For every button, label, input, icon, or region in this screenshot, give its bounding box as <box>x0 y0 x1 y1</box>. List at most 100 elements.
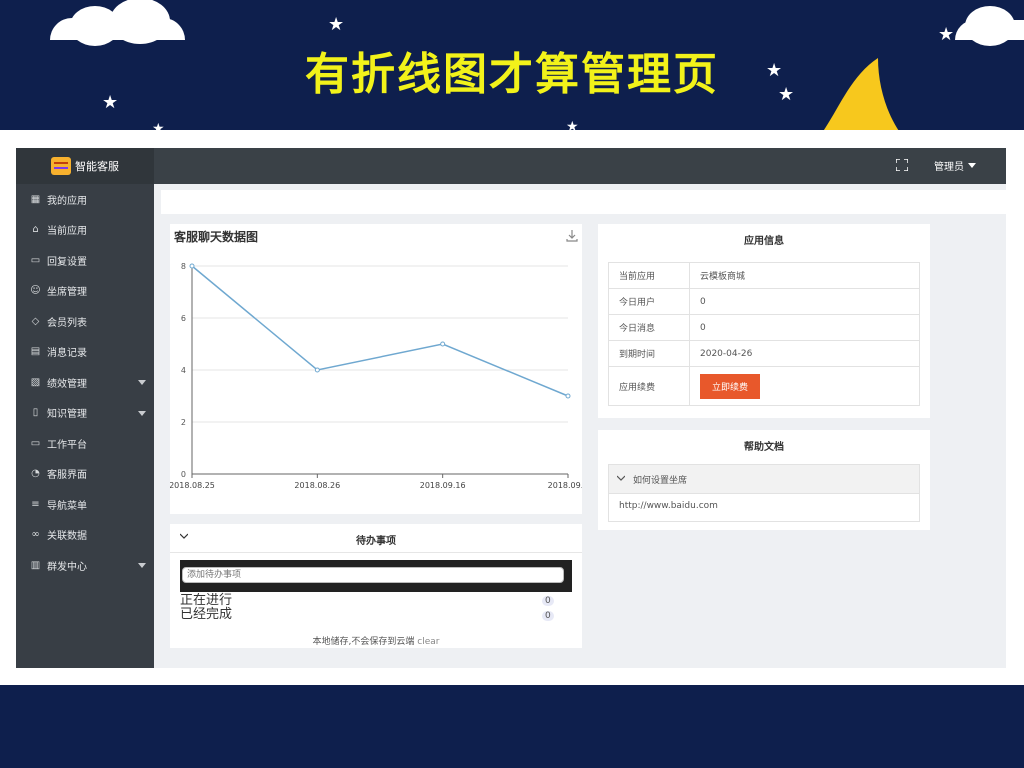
sidebar-item-knowledge[interactable]: ▯ 知识管理 <box>16 398 154 429</box>
service-icon: ◔ <box>31 468 40 480</box>
content-header-bar <box>161 190 1006 214</box>
brand-name: 智能客服 <box>75 160 119 173</box>
sidebar-item-linked-data[interactable]: ∞ 关联数据 <box>16 520 154 551</box>
info-value: 0 <box>689 288 920 315</box>
todo-header[interactable]: 待办事项 <box>170 524 582 553</box>
sidebar-item-message-records[interactable]: ▤ 消息记录 <box>16 337 154 368</box>
y-tick-label: 6 <box>181 314 186 323</box>
sidebar-item-current-app[interactable]: ⌂ 当前应用 <box>16 215 154 246</box>
todo-in-progress-label: 正在进行 <box>180 593 233 608</box>
help-answer-link[interactable]: http://www.baidu.com <box>619 501 718 511</box>
info-key: 今日用户 <box>608 288 690 315</box>
diamond-icon: ◇ <box>31 315 40 327</box>
home-icon: ⌂ <box>32 224 39 236</box>
todo-clear-link[interactable]: clear <box>417 637 439 647</box>
todo-panel: 待办事项 正在进行 0 已经完成 0 本地储存,不会保存到云端 clear <box>170 524 582 648</box>
renew-button[interactable]: 立即续费 <box>700 373 761 399</box>
performance-icon: ▧ <box>30 376 41 388</box>
todo-footer-text: 本地储存,不会保存到云端 <box>312 637 415 647</box>
chevron-down-icon <box>617 475 625 481</box>
admin-label: 管理员 <box>934 162 964 173</box>
help-question-item[interactable]: 如何设置坐席 <box>608 464 920 494</box>
sidebar-item-agent-management[interactable]: ☺ 坐席管理 <box>16 276 154 307</box>
sidebar-item-label: 知识管理 <box>47 409 87 421</box>
x-tick-label: 2018.08.25 <box>170 481 215 490</box>
apps-icon: ▦ <box>30 193 41 205</box>
table-row: 到期时间 2020-04-26 <box>608 340 920 367</box>
sidebar-item-label: 坐席管理 <box>47 287 87 299</box>
sidebar-item-member-list[interactable]: ◇ 会员列表 <box>16 306 154 337</box>
sidebar-item-performance[interactable]: ▧ 绩效管理 <box>16 367 154 398</box>
help-answer: http://www.baidu.com <box>608 493 920 522</box>
y-tick-label: 4 <box>181 366 186 375</box>
help-question: 如何设置坐席 <box>633 476 688 486</box>
y-tick-label: 2 <box>181 418 186 427</box>
app-info-title: 应用信息 <box>744 236 784 247</box>
top-navbar: 智能客服 管理员 <box>16 148 1006 184</box>
broadcast-icon: ▥ <box>30 559 41 571</box>
info-key: 到期时间 <box>608 340 690 367</box>
info-value: 0 <box>689 314 920 341</box>
table-row: 当前应用 云模板商城 <box>608 262 920 289</box>
todo-input[interactable] <box>182 567 564 583</box>
info-value: 2020-04-26 <box>689 340 920 367</box>
info-key: 应用续费 <box>608 366 690 406</box>
x-tick-label: 2018.09.2 <box>548 481 582 490</box>
chat-icon: ▭ <box>30 254 41 266</box>
star-decoration: ★ <box>328 14 345 35</box>
sidebar-item-broadcast[interactable]: ▥ 群发中心 <box>16 550 154 581</box>
todo-in-progress-count: 0 <box>542 596 554 606</box>
link-icon: ∞ <box>31 529 40 541</box>
todo-title: 待办事项 <box>356 536 396 547</box>
sidebar-item-label: 工作平台 <box>47 439 87 451</box>
sidebar-item-my-apps[interactable]: ▦ 我的应用 <box>16 184 154 215</box>
sidebar-item-label: 关联数据 <box>47 531 87 543</box>
sidebar-item-label: 群发中心 <box>47 561 87 573</box>
sidebar-item-nav-menu[interactable]: ≡ 导航菜单 <box>16 489 154 520</box>
screenshot-frame: 智能客服 管理员 ▦ 我的应用 ⌂ 当前应用 ▭ 回复设置 ☺ 坐席管理 ◇ 会… <box>0 130 1024 685</box>
series-line <box>191 265 569 397</box>
app-info-panel: 应用信息 当前应用 云模板商城 今日用户 0 今日消息 0 到期时间 2020-… <box>598 224 930 418</box>
chart-panel: 客服聊天数据图 0 2 4 6 8 2018.08.25 2018.08.26 2018.09… <box>170 224 582 514</box>
help-panel: 帮助文档 如何设置坐席 http://www.baidu.com <box>598 430 930 530</box>
x-tick-label: 2018.09.16 <box>420 481 466 490</box>
data-point <box>189 263 195 269</box>
y-tick-label: 0 <box>181 470 186 479</box>
info-value: 云模板商城 <box>689 262 920 289</box>
table-row: 今日用户 0 <box>608 288 920 315</box>
submenu-arrow-icon <box>138 563 146 568</box>
sidebar-item-label: 导航菜单 <box>47 500 87 512</box>
line-chart: 0 2 4 6 8 2018.08.25 2018.08.26 2018.09.16 2018.… <box>170 262 582 490</box>
todo-footer: 本地储存,不会保存到云端 clear <box>170 634 582 647</box>
todo-input-bar <box>180 560 572 592</box>
table-row: 应用续费 立即续费 <box>608 366 920 406</box>
brand-logo-icon <box>51 157 71 175</box>
monitor-icon: ▭ <box>30 437 41 449</box>
table-row: 今日消息 0 <box>608 314 920 341</box>
info-key: 当前应用 <box>608 262 690 289</box>
sidebar-item-workbench[interactable]: ▭ 工作平台 <box>16 428 154 459</box>
admin-dropdown[interactable]: 管理员 <box>934 158 976 173</box>
y-tick-label: 8 <box>181 262 186 271</box>
caret-down-icon <box>968 163 976 168</box>
cloud-decoration <box>50 0 185 46</box>
slide-title: 有折线图才算管理页 <box>305 49 719 100</box>
list-icon: ≡ <box>31 498 40 510</box>
data-point <box>314 367 320 373</box>
data-point <box>565 393 571 399</box>
sidebar: ▦ 我的应用 ⌂ 当前应用 ▭ 回复设置 ☺ 坐席管理 ◇ 会员列表 ▤ 消息记… <box>16 184 154 668</box>
admin-app: 智能客服 管理员 ▦ 我的应用 ⌂ 当前应用 ▭ 回复设置 ☺ 坐席管理 ◇ 会… <box>16 148 1006 668</box>
todo-done-count: 0 <box>542 611 554 621</box>
fullscreen-icon[interactable] <box>896 159 908 171</box>
sidebar-item-label: 会员列表 <box>47 317 87 329</box>
app-info-table: 当前应用 云模板商城 今日用户 0 今日消息 0 到期时间 2020-04-26… <box>608 262 920 406</box>
sidebar-item-label: 绩效管理 <box>47 378 87 390</box>
x-tick-label: 2018.08.26 <box>294 481 340 490</box>
records-icon: ▤ <box>30 346 41 358</box>
sidebar-item-service-ui[interactable]: ◔ 客服界面 <box>16 459 154 490</box>
sidebar-item-reply-settings[interactable]: ▭ 回复设置 <box>16 245 154 276</box>
sidebar-item-label: 当前应用 <box>47 226 87 238</box>
help-title: 帮助文档 <box>744 442 784 453</box>
sidebar-item-label: 消息记录 <box>47 348 87 360</box>
brand[interactable]: 智能客服 <box>16 148 154 184</box>
